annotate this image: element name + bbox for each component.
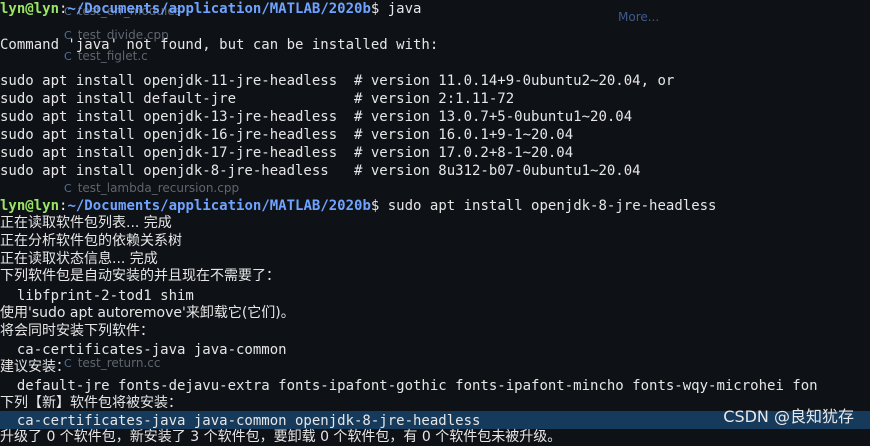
output-line: default-jre fonts-dejavu-extra fonts-ipa… [0,378,818,394]
suggestion-line: sudo apt install openjdk-13-jre-headless… [0,109,633,125]
csdn-watermark: CSDN @良知犹存 [723,407,854,426]
output-line: 下列【新】软件包将被安装： [0,395,182,411]
output-line: 使用'sudo apt autoremove'来卸载它(它们)。 [0,305,295,321]
suggestion-line: sudo apt install openjdk-16-jre-headless… [0,127,574,143]
output-line: 下列软件包是自动安装的并且现在不需要了： [0,268,280,284]
suggestion-line: sudo apt install openjdk-17-jre-headless… [0,145,574,161]
output-line: 建议安装： [0,359,70,375]
suggestion-line: sudo apt install default-jre # version 2… [0,91,515,107]
output-line: 升级了 0 个软件包，新安装了 3 个软件包，要卸载 0 个软件包，有 0 个软… [0,429,562,445]
suggestion-line: sudo apt install openjdk-8-jre-headless … [0,163,641,179]
output-line: Command 'java' not found, but can be ins… [0,37,439,53]
output-line: libfprint-2-tod1 shim [0,288,194,304]
more-link: More... [618,10,660,24]
output-line: 将会同时安装下列软件： [0,323,154,339]
ghost-file-item: Ctest_lambda_recursion.cpp [64,181,240,195]
output-line: ca-certificates-java java-common [0,342,287,358]
prompt-line: lyn@lyn:~/Documents/application/MATLAB/2… [0,198,717,214]
terminal-window[interactable]: More... Ctest_err_modules Ctest_divide.c… [0,0,870,445]
output-line: 正在读取状态信息... 完成 [0,251,158,267]
output-line: 正在分析软件包的依赖关系树 [0,233,182,249]
file-icon: C [64,182,72,195]
prompt-line: lyn@lyn:~/Documents/application/MATLAB/2… [0,1,422,17]
suggestion-line: sudo apt install openjdk-11-jre-headless… [0,73,675,89]
output-line: 正在读取软件包列表... 完成 [0,215,172,231]
